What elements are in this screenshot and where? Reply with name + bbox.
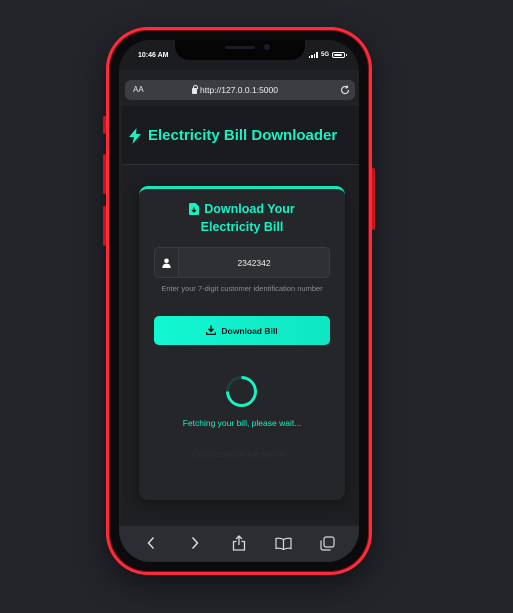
download-card: Download Your Electricity Bill Enter you… xyxy=(139,186,345,500)
network-label: 5G xyxy=(320,52,329,58)
text-size-button[interactable]: AA xyxy=(133,85,144,94)
customer-id-field[interactable] xyxy=(154,247,330,278)
customer-id-input[interactable] xyxy=(179,248,329,277)
status-bar: 10:46 AM 5G xyxy=(119,40,359,70)
card-title-line2: Electricity Bill xyxy=(200,220,284,234)
app-header: Electricity Bill Downloader xyxy=(122,106,359,165)
lock-icon xyxy=(192,85,198,94)
battery-level xyxy=(334,54,342,56)
url-display[interactable]: http://127.0.0.1:5000 xyxy=(192,85,278,95)
front-camera xyxy=(264,44,270,50)
card-title: Download Your Electricity Bill xyxy=(189,201,295,235)
bookmarks-icon[interactable] xyxy=(271,531,295,555)
volume-up-button xyxy=(103,154,106,194)
mute-switch xyxy=(103,116,106,134)
share-icon[interactable] xyxy=(227,531,251,555)
app-title: Electricity Bill Downloader xyxy=(148,127,338,144)
volume-down-button xyxy=(103,206,106,246)
phone-frame: 10:46 AM 5G AA http://127.0.0.1:5000 Ele… xyxy=(103,27,375,575)
back-icon[interactable] xyxy=(139,531,163,555)
signal-icon xyxy=(308,52,318,58)
secondary-message: Connecting to the server... xyxy=(192,449,292,459)
customer-id-hint: Enter your 7-digit customer identificati… xyxy=(161,284,323,293)
reload-icon[interactable] xyxy=(339,83,351,101)
phone-screen: 10:46 AM 5G AA http://127.0.0.1:5000 Ele… xyxy=(119,40,359,562)
file-download-icon xyxy=(189,203,200,219)
speaker xyxy=(225,46,255,49)
status-time: 10:46 AM xyxy=(138,52,169,59)
url-text: http://127.0.0.1:5000 xyxy=(200,85,278,95)
battery-icon xyxy=(332,52,347,58)
power-button xyxy=(372,168,375,230)
web-page: Electricity Bill Downloader Download You… xyxy=(122,106,359,524)
address-bar[interactable]: AA http://127.0.0.1:5000 xyxy=(125,80,355,100)
status-indicators: 5G xyxy=(308,52,347,58)
forward-icon[interactable] xyxy=(183,531,207,555)
notch xyxy=(175,40,305,60)
tabs-icon[interactable] xyxy=(315,531,339,555)
lightning-bolt-icon xyxy=(128,128,142,149)
loading-message: Fetching your bill, please wait... xyxy=(182,418,302,428)
download-bill-button[interactable]: Download Bill xyxy=(154,316,330,345)
download-button-label: Download Bill xyxy=(221,325,278,336)
loading-spinner xyxy=(219,369,264,414)
browser-toolbar xyxy=(119,526,359,562)
download-icon xyxy=(206,325,217,337)
user-icon xyxy=(155,248,179,277)
card-title-line1: Download Your xyxy=(204,202,295,216)
